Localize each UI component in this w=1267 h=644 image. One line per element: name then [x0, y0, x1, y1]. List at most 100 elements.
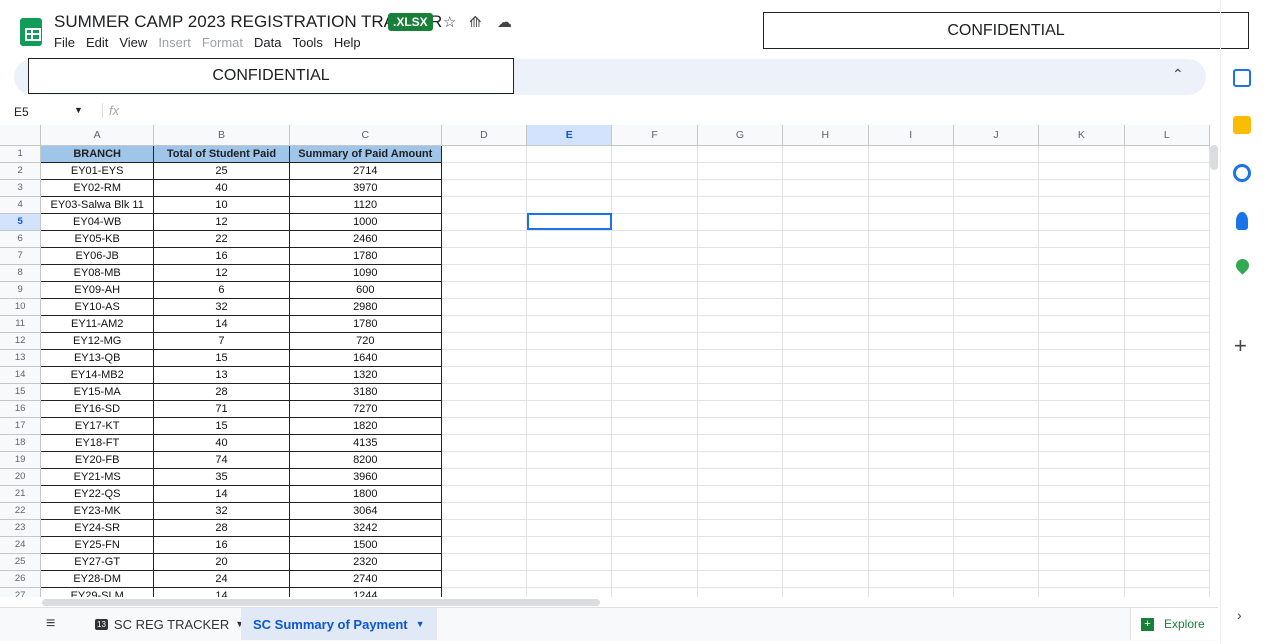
cell[interactable]: [611, 383, 698, 401]
cell[interactable]: [868, 349, 954, 367]
cell[interactable]: [868, 315, 954, 333]
cell[interactable]: [953, 298, 1040, 316]
cell[interactable]: [1038, 502, 1125, 520]
cell[interactable]: 3180: [288, 382, 442, 401]
cell[interactable]: [782, 468, 869, 486]
cell[interactable]: [526, 315, 613, 333]
cell[interactable]: [526, 247, 613, 265]
cell[interactable]: [526, 383, 613, 401]
cell[interactable]: [868, 553, 954, 571]
cell[interactable]: [611, 247, 698, 265]
cell[interactable]: EY25-FN: [40, 535, 155, 554]
cell[interactable]: [1038, 468, 1125, 486]
cell[interactable]: [611, 213, 698, 231]
cell[interactable]: [526, 536, 613, 554]
cell[interactable]: [611, 179, 698, 197]
cell[interactable]: 3970: [288, 178, 442, 197]
cell[interactable]: [782, 281, 869, 299]
cell[interactable]: [611, 587, 698, 597]
column-header-d[interactable]: D: [441, 125, 528, 146]
cloud-status-icon[interactable]: ☁: [497, 13, 512, 31]
cell[interactable]: [697, 298, 784, 316]
cell[interactable]: [782, 298, 869, 316]
horizontal-scrollbar[interactable]: [42, 599, 600, 606]
cell[interactable]: 1120: [288, 195, 442, 214]
cell[interactable]: [868, 502, 954, 520]
cell[interactable]: [868, 536, 954, 554]
menu-edit[interactable]: Edit: [86, 35, 108, 50]
cell[interactable]: [1124, 536, 1210, 554]
cell[interactable]: [868, 298, 954, 316]
cell[interactable]: [953, 468, 1040, 486]
menu-help[interactable]: Help: [334, 35, 361, 50]
row-header[interactable]: 20: [0, 468, 42, 486]
cell[interactable]: [526, 570, 613, 588]
cell[interactable]: 22: [153, 229, 290, 248]
cell[interactable]: [611, 451, 698, 469]
cell[interactable]: [953, 553, 1040, 571]
cell[interactable]: [953, 400, 1040, 418]
cell[interactable]: [1124, 400, 1210, 418]
cell[interactable]: [526, 587, 613, 597]
menu-format[interactable]: Format: [202, 35, 243, 50]
keep-icon[interactable]: [1233, 116, 1251, 134]
cell[interactable]: EY06-JB: [40, 246, 155, 265]
cell[interactable]: 14: [153, 586, 290, 597]
cell[interactable]: EY14-MB2: [40, 365, 155, 384]
cell[interactable]: [526, 145, 613, 163]
menu-data[interactable]: Data: [254, 35, 281, 50]
row-header[interactable]: 6: [0, 230, 42, 248]
cell[interactable]: [953, 247, 1040, 265]
cell[interactable]: [1124, 196, 1210, 214]
cell[interactable]: [441, 179, 528, 197]
cell[interactable]: [1124, 162, 1210, 180]
cell[interactable]: [526, 298, 613, 316]
cell[interactable]: [868, 570, 954, 588]
cell[interactable]: [441, 281, 528, 299]
cell[interactable]: [611, 145, 698, 163]
row-header[interactable]: 19: [0, 451, 42, 469]
cell[interactable]: [953, 485, 1040, 503]
cell[interactable]: 1780: [288, 246, 442, 265]
row-header[interactable]: 16: [0, 400, 42, 418]
tab-sc-summary-of-payment[interactable]: SC Summary of Payment ▼: [241, 608, 437, 640]
cell[interactable]: [697, 468, 784, 486]
cell[interactable]: [441, 451, 528, 469]
cell[interactable]: [441, 145, 528, 163]
cell[interactable]: [1038, 451, 1125, 469]
cell[interactable]: [1124, 434, 1210, 452]
cell[interactable]: [782, 162, 869, 180]
cell[interactable]: [697, 570, 784, 588]
cell[interactable]: [611, 400, 698, 418]
cell[interactable]: [868, 383, 954, 401]
cell[interactable]: 71: [153, 399, 290, 418]
cell[interactable]: [1038, 264, 1125, 282]
cell[interactable]: [526, 162, 613, 180]
cell[interactable]: [953, 264, 1040, 282]
cell[interactable]: 600: [288, 280, 442, 299]
cell[interactable]: [611, 349, 698, 367]
cell[interactable]: [1124, 315, 1210, 333]
cell[interactable]: [697, 519, 784, 537]
cell[interactable]: [1124, 417, 1210, 435]
row-header[interactable]: 8: [0, 264, 42, 282]
cell[interactable]: [526, 179, 613, 197]
cell[interactable]: [697, 332, 784, 350]
cell[interactable]: 1800: [288, 484, 442, 503]
cell[interactable]: [1038, 349, 1125, 367]
cell[interactable]: 16: [153, 535, 290, 554]
cell[interactable]: [1124, 213, 1210, 231]
cell[interactable]: [782, 451, 869, 469]
cell[interactable]: [697, 315, 784, 333]
cell[interactable]: [1038, 281, 1125, 299]
cell[interactable]: [868, 519, 954, 537]
cell[interactable]: [1038, 485, 1125, 503]
cell[interactable]: [868, 230, 954, 248]
cell[interactable]: 1500: [288, 535, 442, 554]
cell[interactable]: 74: [153, 450, 290, 469]
cell[interactable]: [441, 213, 528, 231]
menu-tools[interactable]: Tools: [292, 35, 322, 50]
row-header[interactable]: 24: [0, 536, 42, 554]
cell[interactable]: 32: [153, 297, 290, 316]
cell[interactable]: [1038, 247, 1125, 265]
